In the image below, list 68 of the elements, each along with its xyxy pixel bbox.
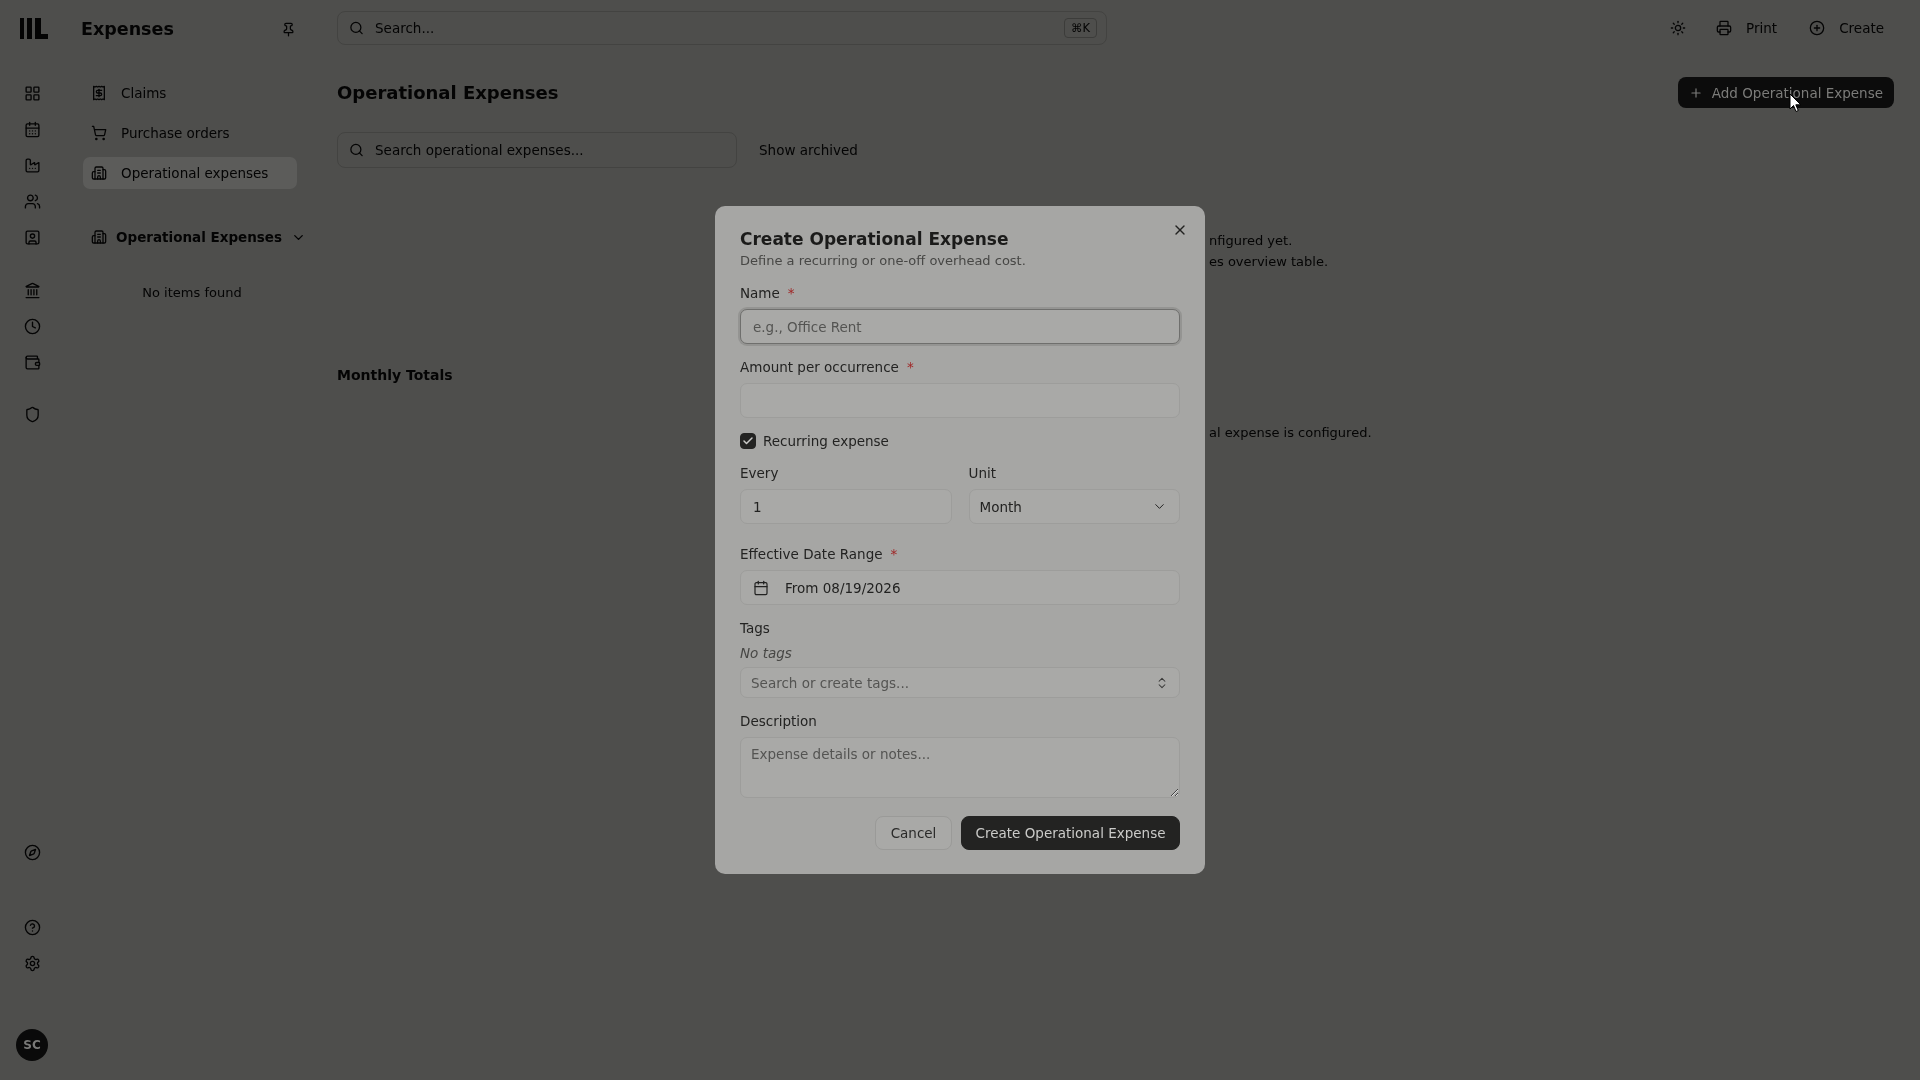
sidebar-item[interactable]: Purchase orders bbox=[83, 117, 297, 149]
field-label: Every bbox=[740, 464, 779, 482]
user-avatar[interactable]: SC bbox=[16, 1029, 48, 1061]
receipt-icon bbox=[91, 85, 107, 101]
shield-icon[interactable] bbox=[23, 405, 41, 423]
sidebar-item[interactable]: Claims bbox=[83, 77, 297, 109]
plus-circle-icon bbox=[1809, 20, 1826, 36]
empty-state-text: al expense is configured. bbox=[1209, 424, 1372, 442]
field-label: Description bbox=[740, 712, 817, 730]
bank-icon[interactable] bbox=[23, 281, 41, 299]
wallet-icon[interactable] bbox=[23, 353, 41, 371]
every-input[interactable]: 1 bbox=[740, 489, 952, 524]
sidebar-title: Expenses bbox=[81, 19, 174, 39]
required-mark: * bbox=[787, 284, 795, 302]
checkbox-label: Recurring expense bbox=[763, 432, 889, 450]
building-icon bbox=[91, 165, 107, 181]
users-icon[interactable] bbox=[23, 192, 41, 210]
date-range-picker[interactable]: From 08/19/2026 bbox=[740, 570, 1180, 605]
calendar-icon bbox=[753, 579, 769, 596]
recurring-checkbox[interactable] bbox=[740, 433, 756, 449]
required-mark: * bbox=[890, 545, 898, 563]
field-label: Tags bbox=[740, 619, 770, 637]
building-icon bbox=[91, 229, 107, 245]
compass-icon[interactable] bbox=[23, 843, 41, 861]
empty-state-title: nfigured yet. bbox=[1209, 232, 1293, 250]
field-label: Name bbox=[740, 284, 780, 302]
required-mark: * bbox=[906, 358, 914, 376]
cart-icon bbox=[91, 125, 107, 141]
sidebar-section-header[interactable]: Operational Expenses bbox=[83, 223, 305, 251]
search-icon bbox=[349, 142, 364, 158]
empty-state-description: es overview table. bbox=[1209, 253, 1329, 271]
field-label: Effective Date Range bbox=[740, 545, 883, 563]
contact-icon[interactable] bbox=[23, 228, 41, 246]
printer-icon bbox=[1716, 20, 1733, 36]
clock-icon[interactable] bbox=[23, 317, 41, 335]
dialog-title: Create Operational Expense bbox=[740, 228, 1010, 250]
shortcut-hint: ⌘K bbox=[1063, 18, 1097, 38]
help-icon[interactable] bbox=[23, 918, 41, 936]
sun-icon[interactable] bbox=[1670, 20, 1687, 36]
calendar-icon[interactable] bbox=[23, 120, 41, 138]
pin-icon[interactable] bbox=[281, 21, 296, 37]
field-label: Amount per occurrence bbox=[740, 358, 899, 376]
factory-icon[interactable] bbox=[23, 156, 41, 174]
toolbar-button[interactable]: Create bbox=[1799, 12, 1894, 44]
toolbar-button[interactable]: Print bbox=[1706, 12, 1788, 44]
field-label: Unit bbox=[968, 464, 996, 482]
page-title: Operational Expenses bbox=[337, 82, 559, 103]
plus-icon bbox=[1688, 85, 1703, 100]
unit-select[interactable]: Month bbox=[968, 489, 1180, 524]
create-button[interactable]: Create Operational Expense bbox=[961, 816, 1180, 850]
cancel-button[interactable]: Cancel bbox=[875, 816, 952, 850]
sidebar-item[interactable]: Operational expenses bbox=[83, 157, 297, 189]
empty-message: No items found bbox=[142, 285, 242, 300]
grid-icon[interactable] bbox=[23, 84, 41, 102]
section-title: Monthly Totals bbox=[337, 366, 453, 384]
check-icon bbox=[742, 435, 754, 447]
tags-combobox[interactable]: Search or create tags... bbox=[740, 667, 1180, 698]
name-input[interactable]: e.g., Office Rent bbox=[740, 309, 1180, 344]
section-title: Operational Expenses bbox=[116, 229, 283, 245]
empty-tags-message: No tags bbox=[740, 644, 793, 662]
logo-icon bbox=[19, 15, 49, 41]
add-expense-button[interactable]: Add Operational Expense bbox=[1677, 77, 1894, 108]
description-textarea[interactable]: Expense details or notes... bbox=[740, 737, 1180, 798]
expense-search-field[interactable]: Search operational expenses... bbox=[337, 132, 737, 168]
settings-icon[interactable] bbox=[23, 954, 41, 972]
dialog-description: Define a recurring or one-off overhead cost. bbox=[740, 252, 1027, 270]
search-icon bbox=[349, 20, 364, 36]
show-archived-button[interactable]: Show archived bbox=[759, 138, 858, 162]
